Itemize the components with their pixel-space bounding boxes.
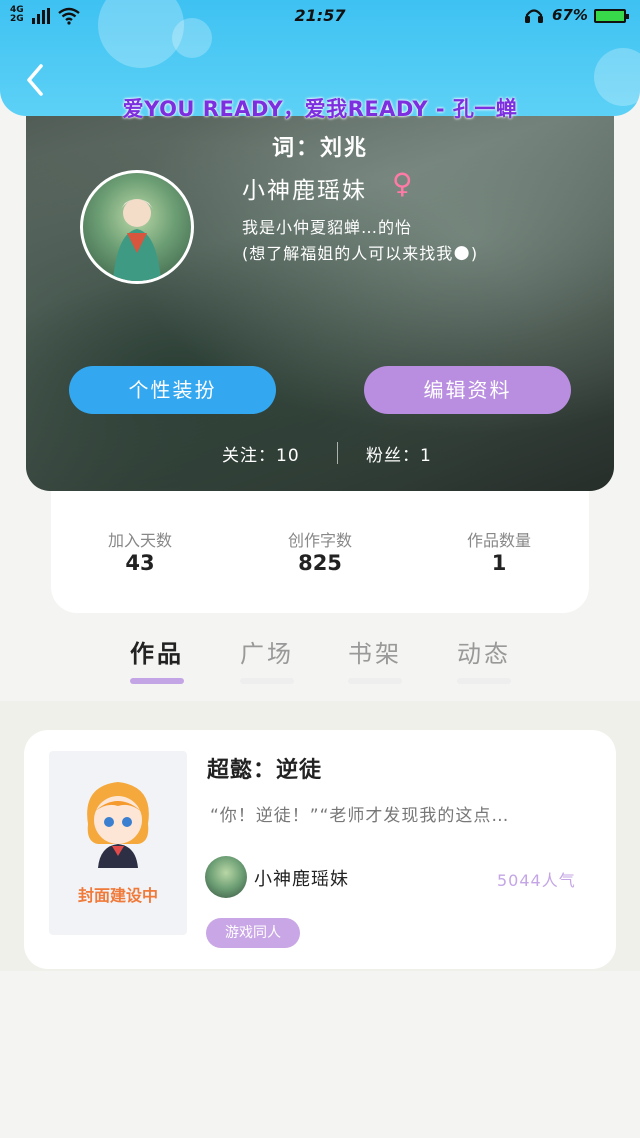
fans-count[interactable]: 粉丝：1: [366, 441, 432, 466]
stat-works-label: 作品数量: [466, 531, 531, 550]
tab-strip: [0, 613, 640, 701]
lyric-credit: 词：刘兆: [271, 136, 368, 161]
cover-placeholder-character-icon: [87, 782, 149, 868]
following-count[interactable]: 关注：10: [222, 441, 300, 466]
work-author[interactable]: 小神鹿瑶妹: [254, 865, 349, 891]
tab-indicator: [457, 678, 511, 684]
cover-placeholder-text: 封面建设中: [77, 886, 158, 905]
tab-indicator: [348, 678, 402, 684]
stat-words-value: 825: [298, 551, 342, 575]
stat-words-label: 创作字数: [287, 531, 352, 550]
edit-profile-button[interactable]: 编辑资料: [364, 366, 571, 414]
status-bar: 4G 2G 21:57 67%: [0, 6, 640, 28]
profile-bio-line2: (想了解福姐的人可以来找我🌑): [242, 244, 479, 263]
stat-days-value: 43: [125, 551, 155, 575]
tab-bookshelf[interactable]: 书架: [335, 634, 415, 669]
dress-up-button[interactable]: 个性装扮: [69, 366, 276, 414]
lyric-line: 爱YOU READY，爱我READY - 孔一蝉: [122, 97, 518, 121]
tab-activity[interactable]: 动态: [444, 634, 524, 669]
work-tag[interactable]: 游戏同人: [206, 918, 300, 948]
avatar[interactable]: [80, 170, 194, 284]
battery-icon: [594, 9, 629, 23]
battery-percent: 67%: [552, 6, 588, 24]
work-excerpt: “你！逆徒！”“老师才发现我的这点…: [210, 806, 510, 826]
tab-indicator: [240, 678, 294, 684]
clock: 21:57: [294, 6, 346, 25]
author-avatar[interactable]: [205, 856, 247, 898]
work-title[interactable]: 超懿：逆徒: [207, 752, 322, 784]
tab-plaza[interactable]: 广场: [227, 634, 307, 669]
profile-username: 小神鹿瑶妹: [242, 178, 367, 204]
tab-works[interactable]: 作品: [117, 634, 197, 669]
avatar-figure-icon: [113, 199, 161, 281]
headset-icon: [525, 9, 543, 23]
tab-indicator-active: [130, 678, 184, 684]
stat-works-value: 1: [491, 551, 507, 575]
divider: [337, 442, 338, 464]
female-icon: ♀: [392, 167, 413, 200]
work-popularity: 5044人气: [497, 871, 576, 890]
stat-days-label: 加入天数: [107, 531, 172, 550]
profile-bio-line1: 我是小仲夏貂蝉…的怡: [242, 218, 413, 237]
